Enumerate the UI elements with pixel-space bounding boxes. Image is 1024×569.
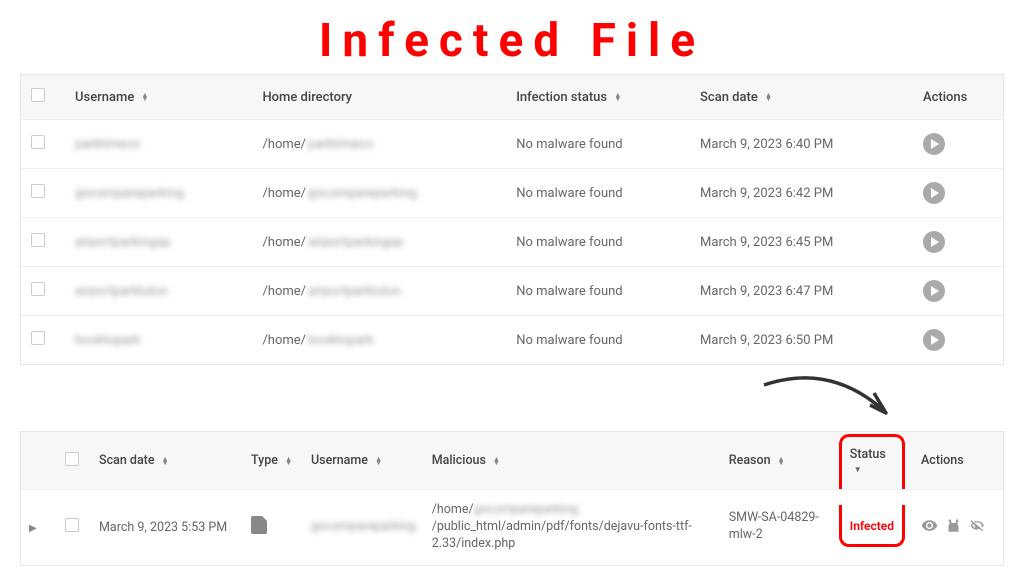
header-home-directory: Home directory <box>262 90 352 105</box>
scan-date-cell: March 9, 2023 6:42 PM <box>700 186 833 201</box>
play-button[interactable] <box>923 329 945 351</box>
play-button[interactable] <box>923 182 945 204</box>
home-dir-prefix: /home/ <box>262 186 306 201</box>
select-all-checkbox[interactable] <box>65 452 79 466</box>
sort-down-icon[interactable]: ▼ <box>854 465 862 474</box>
row-checkbox[interactable] <box>31 233 45 247</box>
scan-results-panel: Username Home directory Infection status… <box>20 74 1004 365</box>
header-status[interactable]: Status <box>850 447 886 462</box>
sort-icon[interactable] <box>765 93 772 101</box>
play-button[interactable] <box>923 280 945 302</box>
row-checkbox[interactable] <box>31 184 45 198</box>
malicious-blur: gocompareparking <box>474 502 579 519</box>
clean-icon[interactable] <box>946 518 961 533</box>
scan-date-cell: March 9, 2023 6:40 PM <box>700 137 833 152</box>
sort-icon[interactable] <box>142 93 149 101</box>
infection-cell: No malware found <box>516 137 622 152</box>
home-dir-prefix: /home/ <box>262 333 306 348</box>
status-infected: Infected <box>850 519 894 533</box>
scan-date-cell: March 9, 2023 5:53 PM <box>99 520 227 535</box>
page-title: Infected File <box>0 0 1024 74</box>
expand-row-icon[interactable]: ▶ <box>29 523 37 534</box>
table-row: ▶ March 9, 2023 5:53 PM gocompareparking… <box>21 490 1003 565</box>
header-type[interactable]: Type <box>251 453 278 468</box>
username-cell: parktimeco <box>75 137 140 152</box>
username-cell: booktopark <box>75 333 141 348</box>
scan-date-cell: March 9, 2023 6:47 PM <box>700 284 833 299</box>
header-username[interactable]: Username <box>311 453 368 468</box>
home-dir-blur: gocompareparking <box>308 186 417 201</box>
file-icon <box>251 516 267 534</box>
home-dir-blur: parktimeco <box>308 137 373 152</box>
home-dir-prefix: /home/ <box>262 235 306 250</box>
header-username[interactable]: Username <box>75 90 134 105</box>
infection-cell: No malware found <box>516 186 622 201</box>
infected-table: Scan date Type Username Malicious Reason <box>21 432 1003 565</box>
scan-date-cell: March 9, 2023 6:45 PM <box>700 235 833 250</box>
table-row: gocompareparking /home/gocompareparking … <box>21 169 1003 218</box>
header-actions: Actions <box>921 453 964 468</box>
header-reason[interactable]: Reason <box>729 453 771 468</box>
sort-icon[interactable] <box>375 457 382 465</box>
infection-cell: No malware found <box>516 235 622 250</box>
header-actions: Actions <box>923 90 967 105</box>
sort-icon[interactable] <box>493 457 500 465</box>
table-row: booktopark /home/booktopark No malware f… <box>21 316 1003 365</box>
reason-cell: SMW-SA-04829-mlw-2 <box>729 510 819 542</box>
home-dir-prefix: /home/ <box>262 137 306 152</box>
row-checkbox[interactable] <box>31 282 45 296</box>
scan-table: Username Home directory Infection status… <box>21 75 1003 364</box>
view-icon[interactable] <box>921 517 938 534</box>
infection-cell: No malware found <box>516 284 622 299</box>
header-malicious[interactable]: Malicious <box>432 453 486 468</box>
row-checkbox[interactable] <box>31 135 45 149</box>
sort-icon[interactable] <box>778 457 785 465</box>
header-scan-date[interactable]: Scan date <box>99 453 155 468</box>
header-scan-date[interactable]: Scan date <box>700 90 758 105</box>
infection-cell: No malware found <box>516 333 622 348</box>
infected-files-panel: Scan date Type Username Malicious Reason <box>20 431 1004 566</box>
username-cell: gocompareparking <box>75 186 184 201</box>
table-row: airportparkingsp /home/airportparkingsp … <box>21 218 1003 267</box>
header-infection-status[interactable]: Infection status <box>516 90 607 105</box>
hide-icon[interactable] <box>969 517 986 534</box>
arrow-icon <box>734 371 914 429</box>
username-cell: airportparkluton <box>75 284 168 299</box>
table-row: parktimeco /home/parktimeco No malware f… <box>21 120 1003 169</box>
arrow-annotation <box>20 371 1004 431</box>
select-all-checkbox[interactable] <box>31 88 45 102</box>
play-button[interactable] <box>923 133 945 155</box>
home-dir-prefix: /home/ <box>262 284 306 299</box>
home-dir-blur: booktopark <box>308 333 374 348</box>
table-row: airportparkluton /home/airportparkluton … <box>21 267 1003 316</box>
row-checkbox[interactable] <box>65 518 79 532</box>
scan-date-cell: March 9, 2023 6:50 PM <box>700 333 833 348</box>
row-checkbox[interactable] <box>31 331 45 345</box>
home-dir-blur: airportparkingsp <box>308 235 403 250</box>
malicious-suffix: /public_html/admin/pdf/fonts/dejavu-font… <box>432 519 692 551</box>
play-button[interactable] <box>923 231 945 253</box>
home-dir-blur: airportparkluton <box>308 284 401 299</box>
sort-icon[interactable] <box>162 457 169 465</box>
malicious-prefix: /home/ <box>432 502 474 517</box>
sort-icon[interactable] <box>285 457 292 465</box>
sort-icon[interactable] <box>614 93 621 101</box>
username-cell: gocompareparking <box>311 519 416 536</box>
username-cell: airportparkingsp <box>75 235 170 250</box>
